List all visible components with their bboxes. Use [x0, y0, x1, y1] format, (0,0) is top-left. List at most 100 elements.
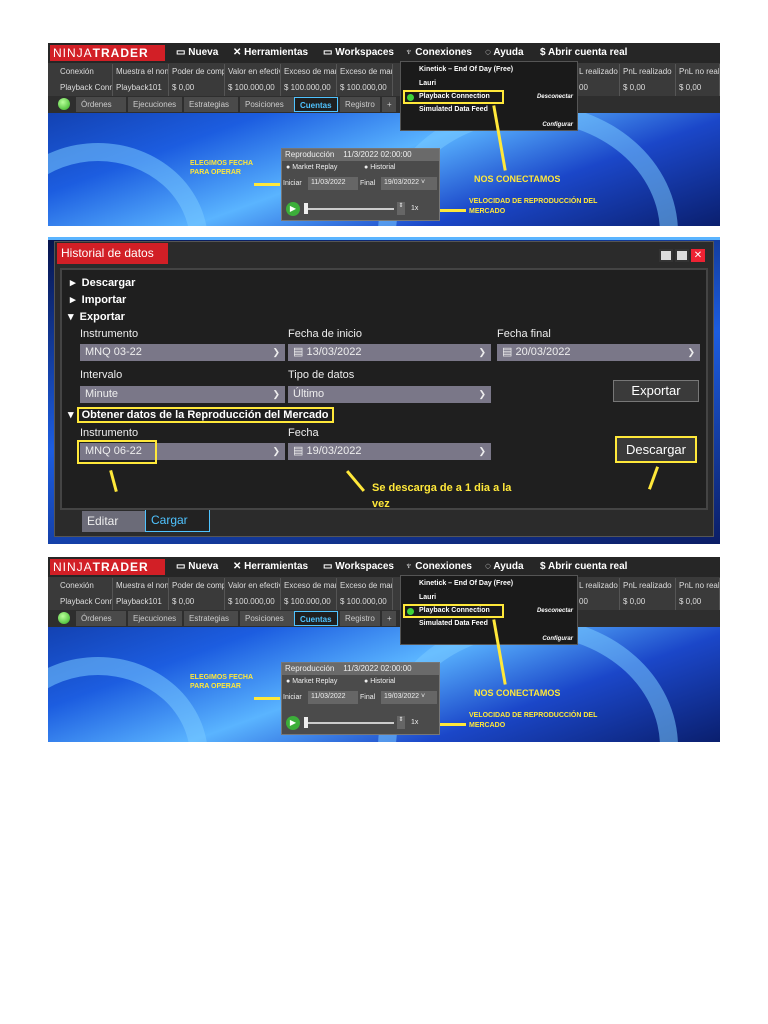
radio-market-replay[interactable]: ● Market Replay	[286, 678, 337, 685]
replay-date-label: Fecha	[288, 427, 319, 439]
menu-conexiones[interactable]: ♆ Conexiones	[405, 43, 472, 63]
configure-link[interactable]: Configurar	[542, 122, 573, 128]
column-header[interactable]: Exceso de mar	[337, 64, 393, 80]
slider-handle[interactable]	[304, 717, 308, 728]
add-tab-button[interactable]: +	[382, 97, 396, 112]
configure-link[interactable]: Configurar	[542, 636, 573, 642]
connection-kinetick[interactable]: Kinetick – End Of Day (Free)	[419, 580, 513, 587]
close-icon[interactable]: ✕	[691, 249, 705, 262]
speed-slider[interactable]	[306, 208, 394, 210]
tab-estrategias[interactable]: Estrategias	[184, 97, 238, 112]
tab-cuentas[interactable]: Cuentas	[294, 611, 338, 626]
speed-slider[interactable]	[306, 722, 394, 724]
speed-stepper[interactable]: ⇕	[397, 202, 405, 215]
export-button[interactable]: Exportar	[613, 380, 699, 402]
column-header[interactable]: L realizado I	[576, 64, 620, 80]
download-button[interactable]: Descargar	[615, 436, 697, 463]
minimize-icon[interactable]	[659, 249, 673, 262]
export-instrument-select[interactable]: MNQ 03-22 ❯	[80, 344, 285, 361]
end-date-select[interactable]: 19/03/2022 ˅	[381, 177, 437, 190]
tab-ejecuciones[interactable]: Ejecuciones	[128, 97, 182, 112]
tab-cuentas[interactable]: Cuentas	[294, 97, 338, 112]
column-header[interactable]: Exceso de mar	[337, 578, 393, 594]
slider-handle[interactable]	[304, 203, 308, 214]
connection-kinetick[interactable]: Kinetick – End Of Day (Free)	[419, 66, 513, 73]
interval-label: Intervalo	[80, 369, 123, 381]
menu-abrir-cuenta[interactable]: $ Abrir cuenta real	[540, 43, 627, 63]
menu-workspaces[interactable]: ▭ Workspaces	[323, 557, 394, 577]
table-cell: $ 0,00	[676, 594, 720, 610]
disconnect-link[interactable]: Desconectar	[537, 94, 573, 100]
column-header[interactable]: PnL no real	[676, 578, 720, 594]
arrow-icon	[109, 469, 118, 493]
connection-lauri[interactable]: Lauri	[419, 80, 436, 87]
section-descargar[interactable]: ▸ Descargar	[70, 276, 135, 289]
column-header[interactable]: PnL realizado	[620, 578, 676, 594]
speed-stepper[interactable]: ⇕	[397, 716, 405, 729]
column-header[interactable]: Muestra el non	[113, 64, 169, 80]
column-header[interactable]: Conexión	[57, 64, 113, 80]
column-header[interactable]: Conexión	[57, 578, 113, 594]
column-header[interactable]: Poder de comp	[169, 578, 225, 594]
tab-posiciones[interactable]: Posiciones	[240, 611, 294, 626]
column-header[interactable]: Exceso de mar	[281, 64, 337, 80]
tab-estrategias[interactable]: Estrategias	[184, 611, 238, 626]
end-date-label: Fecha final	[497, 328, 551, 340]
radio-market-replay[interactable]: ● Market Replay	[286, 164, 337, 171]
menu-nueva[interactable]: ▭ Nueva	[176, 43, 218, 63]
column-header[interactable]: PnL realizado	[620, 64, 676, 80]
tab-posiciones[interactable]: Posiciones	[240, 97, 294, 112]
connection-lauri[interactable]: Lauri	[419, 594, 436, 601]
export-end-date[interactable]: ▤ 20/03/2022 ❯	[497, 344, 700, 361]
maximize-icon[interactable]	[675, 249, 689, 262]
radio-historial[interactable]: ● Historial	[364, 678, 395, 685]
column-header[interactable]: L realizado I	[576, 578, 620, 594]
start-date-input[interactable]: 11/03/2022	[308, 177, 358, 190]
section-importar[interactable]: ▸ Importar	[70, 293, 126, 306]
table-cell: $ 0,00	[169, 594, 225, 610]
tab-registro[interactable]: Registro	[340, 611, 380, 626]
disconnect-link[interactable]: Desconectar	[537, 608, 573, 614]
menu-abrir-cuenta[interactable]: $ Abrir cuenta real	[540, 557, 627, 577]
section-exportar[interactable]: ▾ Exportar	[68, 310, 125, 323]
playback-title-bar: Reproducción 11/3/2022 02:00:00	[282, 663, 439, 675]
column-header[interactable]: Muestra el non	[113, 578, 169, 594]
menu-ayuda[interactable]: ◌ Ayuda	[485, 557, 524, 577]
play-button[interactable]: ▶	[286, 716, 300, 730]
tab-ejecuciones[interactable]: Ejecuciones	[128, 611, 182, 626]
tab-registro[interactable]: Registro	[340, 97, 380, 112]
end-date-select[interactable]: 19/03/2022 ˅	[381, 691, 437, 704]
start-date-input[interactable]: 11/03/2022	[308, 691, 358, 704]
menu-nueva[interactable]: ▭ Nueva	[176, 557, 218, 577]
menu-herramientas[interactable]: ✕ Herramientas	[233, 43, 308, 63]
table-cell: Playback101	[113, 80, 169, 96]
section-replay-data[interactable]: ▾ Obtener datos de la Reproducción del M…	[68, 407, 334, 423]
tab-ordenes[interactable]: Órdenes	[76, 611, 126, 626]
playback-dialog: Reproducción 11/3/2022 02:00:00 ● Market…	[281, 148, 440, 221]
export-start-date[interactable]: ▤ 13/03/2022 ❯	[288, 344, 491, 361]
radio-historial[interactable]: ● Historial	[364, 164, 395, 171]
tab-editar[interactable]: Editar	[82, 511, 145, 532]
interval-select[interactable]: Minute ❯	[80, 386, 285, 403]
add-tab-button[interactable]: +	[382, 611, 396, 626]
replay-date-select[interactable]: ▤ 19/03/2022 ❯	[288, 443, 491, 460]
menu-workspaces[interactable]: ▭ Workspaces	[323, 43, 394, 63]
tab-ordenes[interactable]: Órdenes	[76, 97, 126, 112]
column-header[interactable]: Poder de comp	[169, 64, 225, 80]
column-header[interactable]: Exceso de mar	[281, 578, 337, 594]
connection-simulated[interactable]: Simulated Data Feed	[419, 106, 488, 113]
menu-ayuda[interactable]: ◌ Ayuda	[485, 43, 524, 63]
connections-dropdown: Kinetick – End Of Day (Free) Lauri Playb…	[400, 61, 578, 131]
data-type-select[interactable]: Último ❯	[288, 386, 491, 403]
wallpaper-swirl	[48, 657, 208, 742]
menu-conexiones[interactable]: ♆ Conexiones	[405, 557, 472, 577]
menu-herramientas[interactable]: ✕ Herramientas	[233, 557, 308, 577]
column-header[interactable]: Valor en efectiv	[225, 578, 281, 594]
column-header[interactable]: PnL no real	[676, 64, 720, 80]
table-cell: $ 0,00	[620, 80, 676, 96]
column-header[interactable]: Valor en efectiv	[225, 64, 281, 80]
speed-value: 1x	[411, 719, 419, 726]
play-button[interactable]: ▶	[286, 202, 300, 216]
tab-cargar[interactable]: Cargar	[145, 510, 210, 532]
connection-simulated[interactable]: Simulated Data Feed	[419, 620, 488, 627]
